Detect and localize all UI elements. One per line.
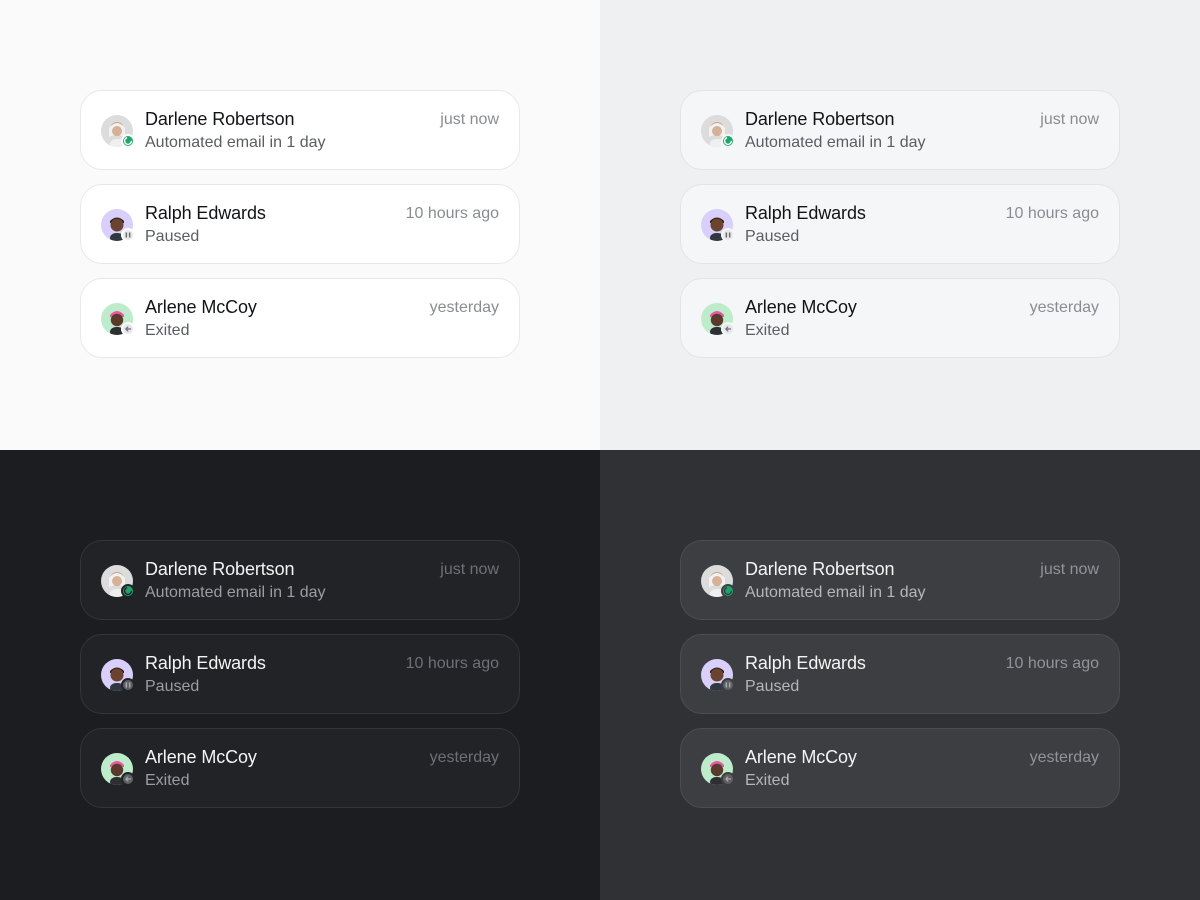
timestamp: yesterday bbox=[1029, 749, 1099, 766]
progress-icon bbox=[721, 584, 735, 598]
contact-name: Darlene Robertson bbox=[145, 559, 295, 579]
arrow-left-icon bbox=[121, 322, 135, 336]
contact-card-darlene[interactable]: Darlene Robertson Automated email in 1 d… bbox=[80, 540, 520, 620]
panel-dark: Darlene Robertson Automated email in 1 d… bbox=[0, 450, 600, 900]
contact-status: Exited bbox=[745, 772, 790, 789]
timestamp: yesterday bbox=[1029, 299, 1099, 316]
contact-name: Arlene McCoy bbox=[145, 297, 257, 317]
contact-status: Paused bbox=[145, 678, 200, 695]
progress-icon bbox=[121, 134, 135, 148]
contact-status: Automated email in 1 day bbox=[145, 584, 326, 601]
contact-status: Paused bbox=[145, 228, 200, 245]
contact-card-arlene[interactable]: Arlene McCoy Exited yesterday bbox=[80, 278, 520, 358]
contact-card-ralph[interactable]: Ralph Edwards Paused 10 hours ago bbox=[80, 634, 520, 714]
pause-icon bbox=[121, 678, 135, 692]
contact-status: Automated email in 1 day bbox=[145, 134, 326, 151]
panel-light: Darlene Robertson Automated email in 1 d… bbox=[0, 0, 600, 450]
contact-status: Exited bbox=[745, 322, 790, 339]
contact-status: Exited bbox=[145, 772, 190, 789]
timestamp: just now bbox=[1040, 561, 1099, 578]
contact-status: Automated email in 1 day bbox=[745, 134, 926, 151]
panel-dark-gray: Darlene Robertson Automated email in 1 d… bbox=[600, 450, 1200, 900]
contact-card-ralph[interactable]: Ralph Edwards Paused 10 hours ago bbox=[80, 184, 520, 264]
panel-light-gray: Darlene Robertson Automated email in 1 d… bbox=[600, 0, 1200, 450]
progress-icon bbox=[121, 584, 135, 598]
contact-status: Paused bbox=[745, 678, 800, 695]
contact-status: Paused bbox=[745, 228, 800, 245]
timestamp: just now bbox=[1040, 111, 1099, 128]
contact-card-ralph[interactable]: Ralph Edwards Paused 10 hours ago bbox=[680, 634, 1120, 714]
contact-name: Ralph Edwards bbox=[145, 653, 266, 673]
contact-name: Arlene McCoy bbox=[745, 297, 857, 317]
contact-card-ralph[interactable]: Ralph Edwards Paused 10 hours ago bbox=[680, 184, 1120, 264]
pause-icon bbox=[721, 678, 735, 692]
timestamp: just now bbox=[440, 561, 499, 578]
progress-icon bbox=[721, 134, 735, 148]
contact-card-arlene[interactable]: Arlene McCoy Exited yesterday bbox=[680, 278, 1120, 358]
timestamp: just now bbox=[440, 111, 499, 128]
timestamp: yesterday bbox=[429, 749, 499, 766]
arrow-left-icon bbox=[721, 772, 735, 786]
contact-name: Ralph Edwards bbox=[145, 203, 266, 223]
contact-name: Ralph Edwards bbox=[745, 203, 866, 223]
contact-card-darlene[interactable]: Darlene Robertson Automated email in 1 d… bbox=[80, 90, 520, 170]
contact-card-darlene[interactable]: Darlene Robertson Automated email in 1 d… bbox=[680, 90, 1120, 170]
contact-name: Arlene McCoy bbox=[145, 747, 257, 767]
contact-name: Darlene Robertson bbox=[145, 109, 295, 129]
contact-name: Darlene Robertson bbox=[745, 559, 895, 579]
contact-name: Ralph Edwards bbox=[745, 653, 866, 673]
theme-grid: Darlene Robertson Automated email in 1 d… bbox=[0, 0, 1200, 900]
pause-icon bbox=[121, 228, 135, 242]
arrow-left-icon bbox=[121, 772, 135, 786]
arrow-left-icon bbox=[721, 322, 735, 336]
contact-card-arlene[interactable]: Arlene McCoy Exited yesterday bbox=[680, 728, 1120, 808]
timestamp: 10 hours ago bbox=[1005, 205, 1099, 222]
timestamp: yesterday bbox=[429, 299, 499, 316]
contact-card-darlene[interactable]: Darlene Robertson Automated email in 1 d… bbox=[680, 540, 1120, 620]
contact-status: Automated email in 1 day bbox=[745, 584, 926, 601]
pause-icon bbox=[721, 228, 735, 242]
timestamp: 10 hours ago bbox=[405, 205, 499, 222]
contact-name: Darlene Robertson bbox=[745, 109, 895, 129]
contact-name: Arlene McCoy bbox=[745, 747, 857, 767]
contact-status: Exited bbox=[145, 322, 190, 339]
timestamp: 10 hours ago bbox=[405, 655, 499, 672]
contact-card-arlene[interactable]: Arlene McCoy Exited yesterday bbox=[80, 728, 520, 808]
timestamp: 10 hours ago bbox=[1005, 655, 1099, 672]
